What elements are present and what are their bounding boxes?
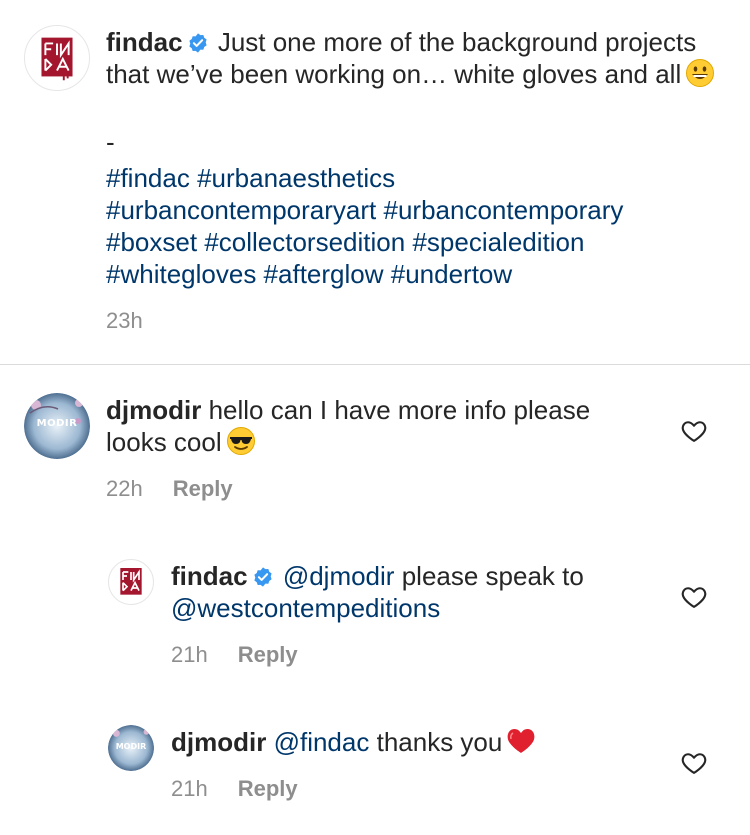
- hashtag[interactable]: #boxset: [106, 227, 197, 257]
- reply-body: thanks you: [376, 727, 503, 757]
- reply-button[interactable]: Reply: [238, 776, 298, 801]
- like-heart-icon[interactable]: [680, 749, 708, 777]
- hashtag[interactable]: #urbancontemporary: [384, 195, 624, 225]
- reply-time: 21h: [171, 642, 208, 667]
- reply-text: djmodir @findac thanks you: [171, 726, 651, 758]
- comment: MODIR djmodir hello can I have more info…: [0, 365, 750, 525]
- mention-link[interactable]: @findac: [274, 727, 370, 757]
- reply-meta: 21h Reply: [171, 642, 298, 668]
- hashtag[interactable]: #undertow: [391, 259, 512, 289]
- caption-hashtags: #findac #urbanaesthetics #urbancontempor…: [106, 162, 726, 290]
- reply-username[interactable]: djmodir: [171, 727, 266, 757]
- verified-badge-icon: [252, 566, 274, 588]
- reply-time: 21h: [171, 776, 208, 801]
- hashtag[interactable]: #afterglow: [264, 259, 384, 289]
- reply-username[interactable]: findac: [171, 561, 248, 591]
- reply-button[interactable]: Reply: [173, 476, 233, 501]
- djmodir-avatar[interactable]: MODIR: [24, 393, 90, 459]
- smiling-face-with-sunglasses-icon: [226, 426, 256, 456]
- comment-meta: 22h Reply: [106, 476, 233, 502]
- reply-text: findac @djmodir please speak to @westcon…: [171, 560, 651, 624]
- reply-body: please speak to: [401, 561, 584, 591]
- reply-comment: MODIR djmodir @findac thanks you 21h Repl…: [0, 691, 750, 835]
- mention-link[interactable]: @djmodir: [283, 561, 395, 591]
- verified-badge-icon: [187, 32, 209, 54]
- reply-button[interactable]: Reply: [238, 642, 298, 667]
- hashtag[interactable]: #collectorsedition: [204, 227, 405, 257]
- caption-block: findac Just one more of the background p…: [0, 0, 750, 365]
- hashtag[interactable]: #specialedition: [412, 227, 584, 257]
- findac-logo-icon: [41, 37, 73, 81]
- avatar-label: MODIR: [115, 742, 147, 751]
- reply-comment: findac @djmodir please speak to @westcon…: [0, 525, 750, 691]
- caption-text: findac Just one more of the background p…: [106, 26, 716, 90]
- caption-username[interactable]: findac: [106, 27, 183, 57]
- like-heart-icon[interactable]: [680, 417, 708, 445]
- comment-time: 22h: [106, 476, 143, 501]
- findac-avatar[interactable]: [108, 559, 154, 605]
- reply-meta: 21h Reply: [171, 776, 298, 802]
- caption-time: 23h: [106, 308, 143, 333]
- hashtag[interactable]: #whitegloves: [106, 259, 256, 289]
- findac-avatar[interactable]: [24, 25, 90, 91]
- findac-logo-icon: [120, 568, 142, 595]
- grinning-face-icon: [685, 58, 715, 88]
- hashtag[interactable]: #urbancontemporaryart: [106, 195, 376, 225]
- hashtag[interactable]: #urbanaesthetics: [197, 163, 395, 193]
- hashtag[interactable]: #findac: [106, 163, 190, 193]
- red-heart-icon: [506, 726, 536, 756]
- djmodir-avatar[interactable]: MODIR: [108, 725, 154, 771]
- comment-username[interactable]: djmodir: [106, 395, 201, 425]
- avatar-label: MODIR: [36, 418, 78, 429]
- comment-text: djmodir hello can I have more info pleas…: [106, 394, 646, 458]
- caption-timestamp: 23h: [106, 308, 143, 334]
- mention-link[interactable]: @westcontempeditions: [171, 593, 440, 623]
- like-heart-icon[interactable]: [680, 583, 708, 611]
- caption-dash: -: [106, 127, 115, 157]
